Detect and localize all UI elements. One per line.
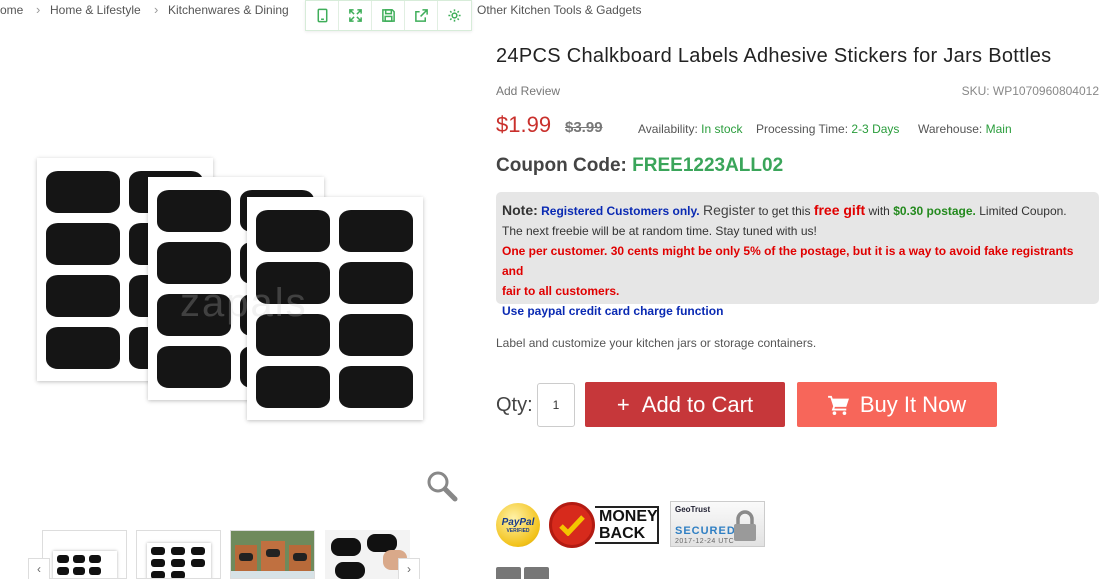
breadcrumb-kitchenwares-link[interactable]: Kitchenwares & Dining: [168, 3, 289, 17]
processing-label: Processing Time:: [756, 122, 849, 136]
registered-customers-text: Registered Customers only.: [541, 204, 700, 218]
thumbnail-prev-button[interactable]: ‹: [28, 558, 50, 579]
note-to-get-text: to get this: [758, 204, 811, 218]
money-back-badge: MONEY BACK: [549, 502, 659, 548]
breadcrumb-home-link[interactable]: ome: [0, 3, 23, 17]
product-price: $1.99: [496, 112, 552, 137]
coupon-label: Coupon Code:: [496, 155, 627, 176]
product-description: Label and customize your kitchen jars or…: [496, 336, 817, 350]
qty-input[interactable]: [537, 383, 575, 427]
availability: Availability: In stock: [638, 122, 743, 136]
qty-label: Qty:: [496, 394, 533, 416]
geotrust-date: 2017-12-24 UTC: [675, 538, 735, 545]
add-to-cart-button[interactable]: + Add to Cart: [585, 382, 785, 427]
warehouse-value: Main: [985, 122, 1012, 136]
buy-now-label: Buy It Now: [859, 391, 967, 417]
money-back-text: MONEY BACK: [595, 506, 659, 544]
note-with-text: with: [868, 204, 890, 218]
save-icon: [381, 9, 395, 22]
save-button[interactable]: [372, 1, 405, 30]
limited-coupon-text: Limited Coupon.: [979, 204, 1067, 218]
share-button[interactable]: [405, 1, 438, 30]
image-watermark: zapals: [180, 281, 308, 325]
thumbnail[interactable]: [136, 530, 221, 579]
chevron-right-icon: ›: [154, 2, 159, 17]
heart-icon[interactable]: [524, 567, 549, 579]
product-old-price: $3.99: [565, 119, 603, 136]
lock-icon: [734, 510, 756, 541]
coupon-value: FREE1223ALL02: [632, 155, 784, 176]
fullscreen-button[interactable]: [339, 1, 372, 30]
thumbnail[interactable]: [230, 530, 315, 579]
product-title: 24PCS Chalkboard Labels Adhesive Sticker…: [496, 45, 1052, 67]
secured-text: SECURED: [675, 525, 736, 537]
product-sku: SKU: WP1070960804012: [961, 84, 1099, 98]
tablet-view-button[interactable]: [306, 1, 339, 30]
buy-now-button[interactable]: Buy It Now: [797, 382, 997, 427]
availability-value: In stock: [701, 122, 743, 136]
geotrust-secured-badge[interactable]: GeoTrust SECURED 2017-12-24 UTC: [670, 501, 765, 547]
paypal-verified-badge: PayPal VERIFIED: [496, 503, 540, 547]
thumbnail-next-button[interactable]: ›: [398, 558, 420, 579]
money-back-line-1: MONEY: [599, 508, 658, 525]
note-line-5: Use paypal credit card charge function: [502, 304, 724, 318]
thumbnail[interactable]: [42, 530, 127, 579]
register-link[interactable]: Register: [703, 202, 755, 218]
breadcrumb-home-lifestyle-link[interactable]: Home & Lifestyle: [50, 3, 141, 17]
tablet-icon: [317, 8, 327, 23]
geotrust-text: GeoTrust: [675, 505, 711, 514]
note-label: Note:: [502, 202, 538, 218]
processing-value: 2-3 Days: [851, 122, 900, 136]
coupon-code: Coupon Code: FREE1223ALL02: [496, 155, 783, 177]
zoom-icon[interactable]: [424, 468, 460, 504]
expand-icon: [348, 9, 362, 22]
note-line-2: The next freebie will be at random time.…: [502, 224, 817, 238]
add-review-link[interactable]: Add Review: [496, 84, 560, 98]
floating-toolbar: [305, 0, 472, 31]
chevron-right-icon: ›: [36, 2, 41, 17]
share-icon[interactable]: [496, 567, 521, 579]
free-gift-text: free gift: [813, 202, 866, 218]
availability-label: Availability:: [638, 122, 698, 136]
plus-icon: +: [616, 391, 630, 417]
postage-text: $0.30 postage.: [893, 204, 976, 218]
note-line-4: fair to all customers.: [502, 284, 620, 298]
share-icons: [496, 567, 549, 579]
warehouse-label: Warehouse:: [918, 122, 983, 136]
note-box: Note: Registered Customers only. Registe…: [496, 192, 1099, 318]
note-line-3: One per customer. 30 cents might be only…: [502, 244, 1074, 278]
processing-time: Processing Time: 2-3 Days: [756, 122, 899, 136]
settings-icon: [448, 9, 461, 22]
product-image[interactable]: zapals: [0, 31, 475, 521]
warehouse: Warehouse: Main: [918, 122, 1012, 136]
settings-button[interactable]: [438, 1, 471, 30]
paypal-verified-text: VERIFIED: [506, 527, 530, 534]
add-to-cart-label: Add to Cart: [641, 391, 754, 417]
breadcrumb-kitchen-tools-link[interactable]: Other Kitchen Tools & Gadgets: [477, 3, 642, 17]
thumbnail-strip: ‹ ›: [26, 530, 424, 579]
money-back-line-2: BACK: [599, 525, 646, 542]
paypal-text: PayPal: [501, 516, 535, 528]
checkmark-seal-icon: [549, 502, 595, 548]
share-icon: [414, 9, 428, 22]
cart-icon: [827, 395, 849, 415]
